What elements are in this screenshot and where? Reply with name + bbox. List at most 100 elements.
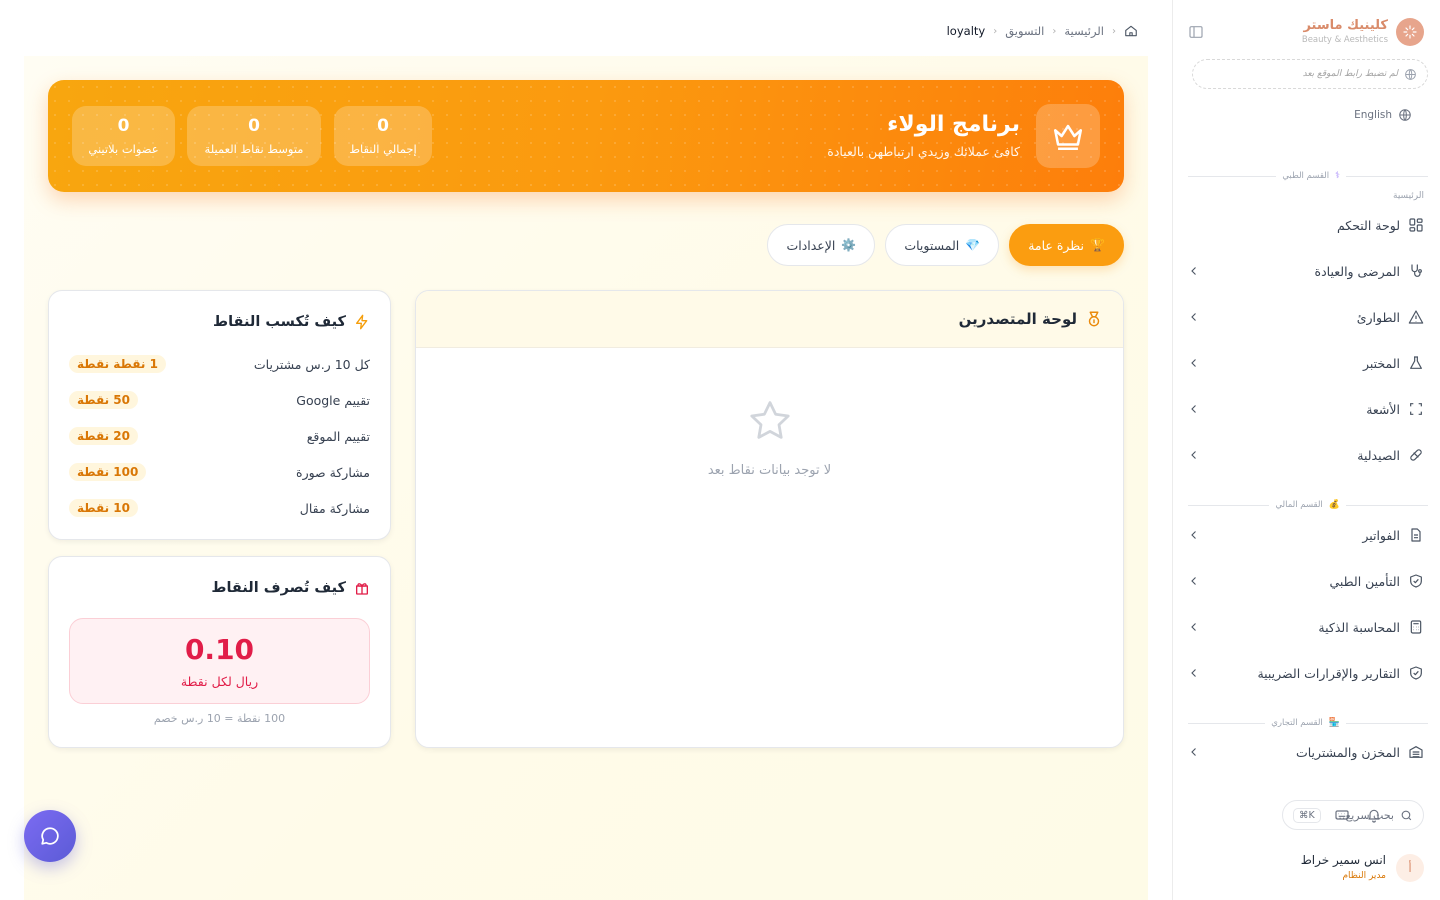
sub-label-home: الرئيسية: [1393, 191, 1424, 201]
chevron-left-icon: [1188, 449, 1200, 461]
sidebar-item-invoices[interactable]: الفواتير: [1188, 523, 1424, 547]
sidebar-item-insurance[interactable]: التأمين الطبي: [1188, 569, 1424, 593]
sidebar: كلينيك ماستر Beauty & Aesthetics لم تضبط…: [1172, 0, 1440, 900]
shield-check-icon: [1408, 665, 1424, 681]
stat-total-points: 0 إجمالي النقاط: [334, 106, 432, 166]
site-link-text: لم تضبط رابط الموقع بعد: [1302, 69, 1398, 79]
stat-value: 0: [377, 116, 389, 136]
chevron-left-icon: [1188, 265, 1200, 277]
sidebar-item-inventory[interactable]: المخزن والمشتريات: [1188, 740, 1424, 764]
bell-icon[interactable]: [1366, 807, 1382, 823]
sidebar-item-label: الصيدلية: [1357, 447, 1400, 463]
stethoscope-icon: [1408, 263, 1424, 279]
language-switch[interactable]: English: [1354, 108, 1412, 122]
sidebar-item-pharmacy[interactable]: الصيدلية: [1188, 443, 1424, 467]
breadcrumb-marketing[interactable]: التسويق: [1005, 24, 1044, 38]
earn-row-points: 1 نقطة نقطة: [69, 355, 166, 373]
section-medical: ⚕ القسم الطبي: [1188, 170, 1428, 182]
medal-icon: [1085, 310, 1103, 328]
sidebar-item-label: التأمين الطبي: [1329, 573, 1400, 589]
document-icon: [1408, 527, 1424, 543]
earn-row-label: كل 10 ر.س مشتريات: [253, 356, 370, 372]
sidebar-item-accounting[interactable]: المحاسبة الذكية: [1188, 615, 1424, 639]
tab-label: نظرة عامة: [1028, 237, 1085, 253]
search-icon: [1400, 809, 1413, 822]
user-profile[interactable]: أ انس سمير خراط مدير النظام: [1188, 852, 1424, 886]
bottom-tools: بحث سريع... ⌘K: [1188, 800, 1424, 830]
main-content: ‹ الرئيسية ‹ التسويق ‹ loyalty برنامج ال…: [0, 0, 1172, 900]
warning-icon: [1408, 309, 1424, 325]
earn-row: تقييم الموقع 20 نقطة: [69, 426, 370, 446]
earn-row: كل 10 ر.س مشتريات 1 نقطة نقطة: [69, 354, 370, 374]
redemption-rate-label: ريال لكل نقطة: [180, 674, 259, 689]
earn-points-card: كيف تُكسب النقاط كل 10 ر.س مشتريات 1 نقط…: [48, 290, 391, 540]
earn-row: مشاركة صورة 100 نقطة: [69, 462, 370, 482]
warehouse-icon: [1408, 744, 1424, 760]
sidebar-item-lab[interactable]: المختبر: [1188, 351, 1424, 375]
spend-points-card: كيف تُصرف النقاط 0.10 ريال لكل نقطة 100 …: [48, 556, 391, 748]
earn-row-points: 10 نقطة: [69, 499, 138, 517]
gem-icon: 💎: [965, 238, 981, 252]
earn-title: كيف تُكسب النقاط: [213, 314, 370, 330]
leaderboard-header: لوحة المتصدرين: [416, 291, 1123, 348]
tab-levels[interactable]: 💎 المستويات: [885, 224, 1000, 266]
sidebar-item-emergency[interactable]: الطوارئ: [1188, 305, 1424, 329]
chevron-left-icon: [1188, 311, 1200, 323]
empty-message: لا توجد بيانات نقاط بعد: [707, 463, 832, 478]
chat-bubble-icon: [39, 825, 61, 847]
caduceus-icon: ⚕: [1335, 171, 1340, 181]
sidebar-item-tax-reports[interactable]: التقارير والإقرارات الضريبية: [1188, 661, 1424, 685]
section-financial: 💰 القسم المالي: [1188, 499, 1428, 511]
chevron-left-icon: [1188, 575, 1200, 587]
brand-subtitle: Beauty & Aesthetics: [1301, 35, 1388, 45]
breadcrumb: ‹ الرئيسية ‹ التسويق ‹ loyalty: [947, 24, 1138, 38]
trophy-icon: 🏆: [1090, 238, 1105, 252]
leaderboard-empty-state: لا توجد بيانات نقاط بعد: [416, 397, 1123, 478]
user-role: مدير النظام: [1342, 871, 1386, 881]
crown-icon: [1036, 104, 1100, 168]
breadcrumb-home[interactable]: الرئيسية: [1064, 24, 1104, 38]
globe-icon: [1404, 68, 1417, 81]
earn-row-points: 50 نقطة: [69, 391, 138, 409]
stat-value: 0: [117, 116, 130, 136]
search-shortcut: ⌘K: [1293, 807, 1321, 823]
avatar: أ: [1396, 854, 1424, 882]
scan-icon: [1408, 401, 1424, 417]
stat-average-points: 0 متوسط نقاط العميلة: [187, 106, 321, 166]
leaderboard-card: لوحة المتصدرين لا توجد بيانات نقاط بعد: [415, 290, 1124, 748]
earn-row-points: 100 نقطة: [69, 463, 147, 481]
sidebar-item-label: التقارير والإقرارات الضريبية: [1257, 665, 1400, 681]
gift-icon: [354, 580, 370, 596]
gear-icon: ⚙️: [841, 238, 857, 252]
shop-icon: 🏪: [1328, 718, 1340, 728]
lightning-icon: [354, 314, 370, 330]
sidebar-item-patients[interactable]: المرضى والعيادة: [1188, 259, 1424, 283]
quick-search[interactable]: بحث سريع... ⌘K: [1282, 800, 1424, 830]
keyboard-icon[interactable]: [1334, 807, 1350, 823]
stat-label: عضوات بلاتيني: [88, 142, 159, 156]
earn-row: مشاركة مقال 10 نقطة: [69, 498, 370, 518]
tab-overview[interactable]: 🏆 نظرة عامة: [1009, 224, 1124, 266]
chevron-left-icon: [1188, 667, 1200, 679]
chevron-left-icon: [1188, 357, 1200, 369]
sidebar-item-dashboard[interactable]: لوحة التحكم: [1188, 213, 1424, 237]
sidebar-item-radiology[interactable]: الأشعة: [1188, 397, 1424, 421]
site-link-field[interactable]: لم تضبط رابط الموقع بعد: [1192, 59, 1428, 89]
sidebar-item-label: المخزن والمشتريات: [1295, 744, 1400, 760]
calculator-icon: [1408, 619, 1424, 635]
redemption-rate-value: 0.10: [184, 633, 255, 666]
sidebar-toggle-icon[interactable]: [1188, 24, 1204, 40]
sidebar-item-label: لوحة التحكم: [1336, 217, 1400, 233]
earn-row-label: مشاركة مقال: [299, 500, 370, 516]
grid-icon: [1408, 217, 1424, 233]
leaderboard-title: لوحة المتصدرين: [958, 310, 1077, 328]
breadcrumb-current: loyalty: [946, 24, 986, 38]
tab-settings[interactable]: ⚙️ الإعدادات: [767, 224, 876, 266]
spend-title: كيف تُصرف النقاط: [211, 580, 370, 596]
chevron-left-icon: [1188, 621, 1200, 633]
loyalty-hero-banner: برنامج الولاء كافئ عملائك وزيدي ارتباطهن…: [48, 80, 1124, 192]
chat-button[interactable]: [24, 810, 76, 862]
tab-label: المستويات: [904, 237, 960, 253]
home-icon[interactable]: [1124, 24, 1138, 38]
earn-row: تقييم Google 50 نقطة: [69, 390, 370, 410]
